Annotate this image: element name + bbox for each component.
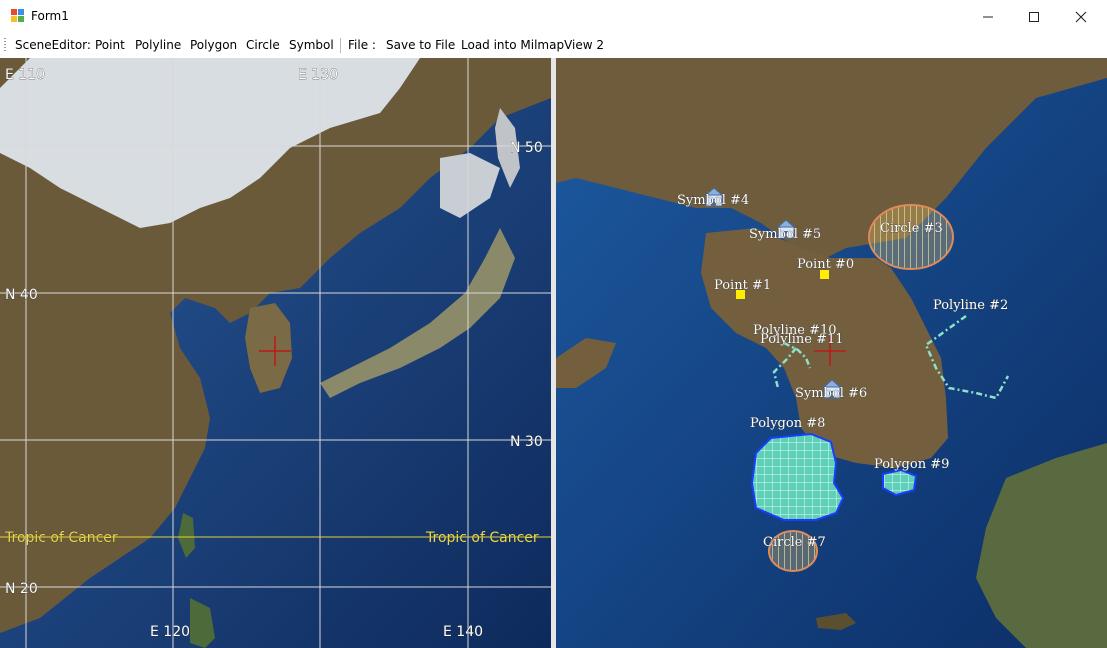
grid-label-n40: N 40 — [5, 287, 38, 303]
grid-label-e110: E 110 — [5, 67, 45, 83]
load-into-milmapview-menu-item[interactable]: Load into MilmapView 2 — [461, 38, 604, 52]
symbol-menu-item[interactable]: Symbol — [289, 38, 334, 52]
label-point-1: Point #1 — [714, 278, 771, 293]
grid-label-n20: N 20 — [5, 581, 38, 597]
label-polygon-8: Polygon #8 — [750, 416, 825, 431]
label-symbol-4: Symbol #4 — [677, 193, 749, 208]
label-point-0: Point #0 — [797, 257, 854, 272]
close-icon — [1075, 11, 1087, 22]
tropic-label-right: Tropic of Cancer — [425, 530, 539, 546]
save-to-file-menu-item[interactable]: Save to File — [386, 38, 455, 52]
maximize-icon — [1029, 11, 1039, 22]
app-icon — [11, 9, 24, 22]
label-polyline-2: Polyline #2 — [933, 298, 1008, 313]
maximize-button[interactable] — [1011, 0, 1057, 33]
window-title: Form1 — [31, 9, 69, 23]
label-symbol-5: Symbol #5 — [749, 227, 821, 242]
title-bar: Form1 — [0, 0, 1107, 33]
polyline-menu-item[interactable]: Polyline — [135, 38, 181, 52]
grid-label-e120: E 120 — [150, 624, 190, 640]
left-map-canvas[interactable]: E 110 E 130 N 50 N 40 N 30 N 20 E 120 E … — [0, 58, 551, 648]
label-symbol-6: Symbol #6 — [795, 386, 867, 401]
grid-label-n30: N 30 — [510, 434, 543, 450]
menu-separator — [340, 38, 341, 53]
polygon-9-shape[interactable] — [882, 468, 918, 497]
left-map-view[interactable]: E 110 E 130 N 50 N 40 N 30 N 20 E 120 E … — [0, 58, 551, 648]
menu-bar: SceneEditor: Point Polyline Polygon Circ… — [0, 33, 1107, 58]
close-button[interactable] — [1058, 0, 1104, 33]
label-polygon-9: Polygon #9 — [874, 457, 949, 472]
grid-label-e140: E 140 — [443, 624, 483, 640]
tropic-label-left: Tropic of Cancer — [4, 530, 118, 546]
toolstrip-grip[interactable] — [4, 38, 6, 53]
point-menu-item[interactable]: Point — [95, 38, 125, 52]
scene-editor-label: SceneEditor: — [15, 38, 91, 52]
label-polyline-11: Polyline #11 — [760, 332, 844, 347]
circle-3-shape[interactable] — [868, 204, 954, 270]
minimize-icon — [983, 16, 993, 17]
file-label: File : — [348, 38, 376, 52]
right-map-canvas[interactable]: Symbol #4 Symbol #5 Point #0 Point #1 Ci… — [556, 58, 1107, 648]
polygon-8-shape[interactable] — [750, 432, 845, 521]
right-map-view[interactable]: Symbol #4 Symbol #5 Point #0 Point #1 Ci… — [556, 58, 1107, 648]
grid-label-e130: E 130 — [298, 67, 338, 83]
polygon-menu-item[interactable]: Polygon — [190, 38, 237, 52]
grid-label-n50: N 50 — [510, 140, 543, 156]
circle-menu-item[interactable]: Circle — [246, 38, 280, 52]
label-circle-3: Circle #3 — [880, 221, 943, 236]
label-circle-7: Circle #7 — [763, 535, 826, 550]
minimize-button[interactable] — [965, 0, 1011, 33]
